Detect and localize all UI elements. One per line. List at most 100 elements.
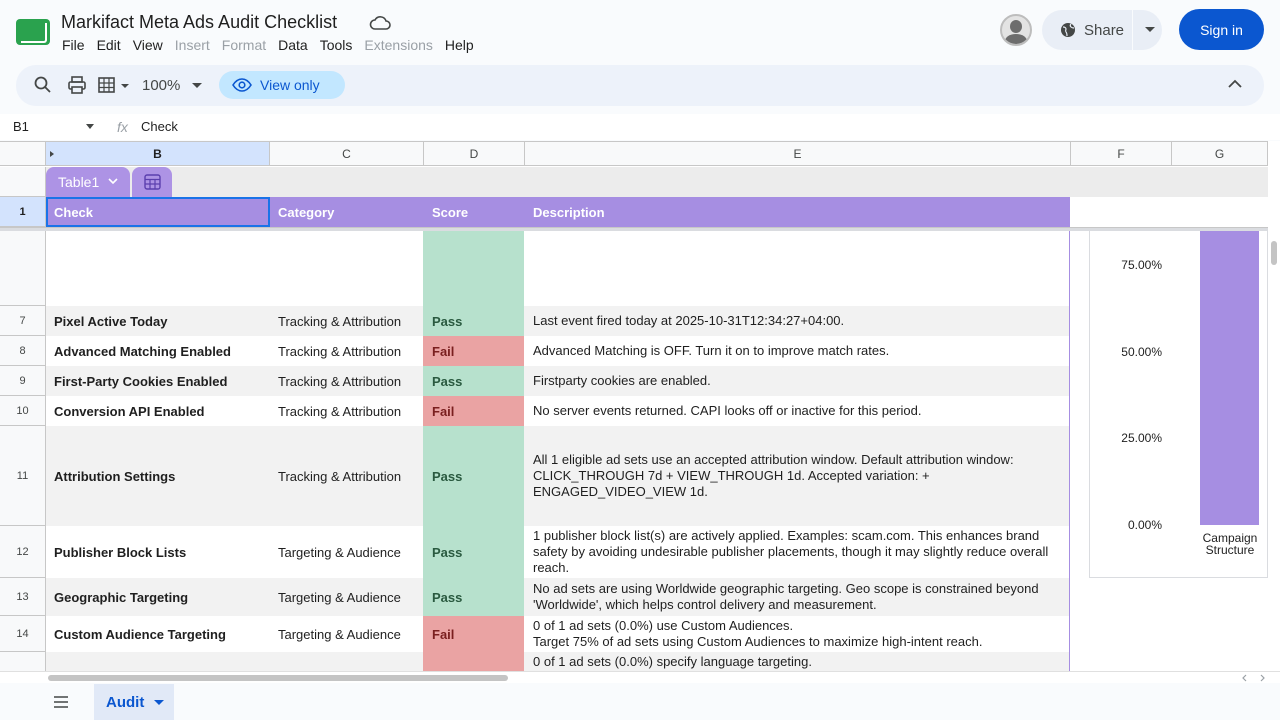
cell-category[interactable]: Targeting & Audience bbox=[270, 578, 423, 616]
share-button[interactable]: Share bbox=[1042, 10, 1162, 50]
row-header-1[interactable]: 1 bbox=[0, 197, 46, 227]
all-sheets-menu-icon[interactable] bbox=[53, 695, 69, 709]
bar-chart[interactable]: 75.00% 50.00% 25.00% 0.00% Campaign Stru… bbox=[1089, 231, 1268, 578]
spreadsheet-grid[interactable]: B C D E F G 1 Table1 Check Category Scor… bbox=[0, 141, 1268, 671]
row-header[interactable]: 10 bbox=[0, 396, 46, 426]
view-only-chip[interactable]: View only bbox=[219, 71, 345, 99]
cell-score[interactable] bbox=[423, 652, 524, 671]
cell-score[interactable] bbox=[423, 231, 524, 306]
cell-description[interactable]: 0 of 1 ad sets (0.0%) use Custom Audienc… bbox=[525, 616, 1070, 652]
search-icon[interactable] bbox=[33, 75, 53, 95]
cell-category[interactable] bbox=[270, 231, 423, 306]
cell-score[interactable]: Fail bbox=[423, 616, 524, 652]
formula-input[interactable]: Check bbox=[141, 119, 178, 134]
menu-data[interactable]: Data bbox=[272, 37, 314, 55]
cell-description[interactable]: All 1 eligible ad sets use an accepted a… bbox=[525, 426, 1070, 526]
header-description[interactable]: Description bbox=[525, 197, 1070, 227]
cell-check[interactable] bbox=[46, 652, 270, 671]
column-header-e[interactable]: E bbox=[525, 142, 1071, 166]
cell-description[interactable]: Advanced Matching is OFF. Turn it on to … bbox=[525, 336, 1070, 366]
cell-description[interactable]: No server events returned. CAPI looks of… bbox=[525, 396, 1070, 426]
header-score[interactable]: Score bbox=[424, 197, 525, 227]
row-header[interactable]: 8 bbox=[0, 336, 46, 366]
table-name-chip[interactable]: Table1 bbox=[46, 167, 130, 197]
cell-check[interactable]: First-Party Cookies Enabled bbox=[46, 366, 270, 396]
header-category[interactable]: Category bbox=[270, 197, 424, 227]
horizontal-scroll-thumb[interactable] bbox=[48, 675, 508, 681]
menu-edit[interactable]: Edit bbox=[91, 37, 127, 55]
menu-help[interactable]: Help bbox=[439, 37, 480, 55]
column-header-c[interactable]: C bbox=[270, 142, 424, 166]
cell-check[interactable]: Geographic Targeting bbox=[46, 578, 270, 616]
cloud-saved-icon[interactable] bbox=[369, 14, 391, 32]
scroll-left-icon[interactable] bbox=[1241, 674, 1249, 682]
cell-score[interactable]: Pass bbox=[423, 578, 524, 616]
zoom-select[interactable]: 100% bbox=[142, 77, 180, 94]
cell-category[interactable]: Targeting & Audience bbox=[270, 616, 423, 652]
select-all-corner[interactable] bbox=[0, 142, 46, 166]
row-header[interactable]: 14 bbox=[0, 616, 46, 652]
cell-check[interactable]: Custom Audience Targeting bbox=[46, 616, 270, 652]
cell-description[interactable]: 1 publisher block list(s) are actively a… bbox=[525, 526, 1070, 578]
menu-file[interactable]: File bbox=[56, 37, 91, 55]
zoom-dropdown-icon[interactable] bbox=[192, 83, 202, 88]
cell-category[interactable]: Tracking & Attribution bbox=[270, 396, 423, 426]
cell-description[interactable]: Firstparty cookies are enabled. bbox=[525, 366, 1070, 396]
cell-category[interactable] bbox=[270, 652, 423, 671]
table-options-button[interactable] bbox=[132, 167, 172, 197]
column-header-g[interactable]: G bbox=[1172, 142, 1268, 166]
row-header[interactable]: 12 bbox=[0, 526, 46, 578]
cell-check[interactable]: Publisher Block Lists bbox=[46, 526, 270, 578]
row-header[interactable]: 7 bbox=[0, 306, 46, 336]
vertical-scroll-thumb[interactable] bbox=[1271, 241, 1277, 265]
sign-in-button[interactable]: Sign in bbox=[1179, 9, 1264, 50]
name-box[interactable]: B1 bbox=[13, 119, 29, 134]
hidden-column-arrow-icon[interactable] bbox=[49, 151, 55, 157]
spreadsheet-view-icon[interactable] bbox=[97, 75, 131, 95]
cell-score[interactable]: Fail bbox=[423, 396, 524, 426]
sheets-logo-icon[interactable] bbox=[16, 19, 50, 45]
cell-check[interactable]: Attribution Settings bbox=[46, 426, 270, 526]
cell-description[interactable]: 0 of 1 ad sets (0.0%) specify language t… bbox=[525, 652, 1070, 671]
sheet-tab-audit[interactable]: Audit bbox=[94, 684, 174, 720]
cell-score[interactable]: Pass bbox=[423, 526, 524, 578]
cell-category[interactable]: Tracking & Attribution bbox=[270, 426, 423, 526]
sheet-tab-dropdown-icon[interactable] bbox=[154, 700, 164, 705]
cell-category[interactable]: Tracking & Attribution bbox=[270, 366, 423, 396]
share-dropdown-icon[interactable] bbox=[1145, 27, 1155, 32]
row-header[interactable] bbox=[0, 652, 46, 671]
menu-view[interactable]: View bbox=[127, 37, 169, 55]
row-header[interactable]: 13 bbox=[0, 578, 46, 616]
vertical-scrollbar[interactable] bbox=[1268, 141, 1280, 671]
menu-tools[interactable]: Tools bbox=[314, 37, 359, 55]
cell-description[interactable]: Last event fired today at 2025-10-31T12:… bbox=[525, 306, 1070, 336]
collapse-toolbar-icon[interactable] bbox=[1228, 79, 1242, 89]
column-header-d[interactable]: D bbox=[424, 142, 525, 166]
cell-description[interactable] bbox=[525, 231, 1070, 306]
cell-category[interactable]: Targeting & Audience bbox=[270, 526, 423, 578]
horizontal-scrollbar[interactable] bbox=[0, 671, 1280, 683]
cell-category[interactable]: Tracking & Attribution bbox=[270, 306, 423, 336]
cell-description[interactable]: No ad sets are using Worldwide geographi… bbox=[525, 578, 1070, 616]
cell-check[interactable] bbox=[46, 231, 270, 306]
cell-score[interactable]: Fail bbox=[423, 336, 524, 366]
column-header-f[interactable]: F bbox=[1071, 142, 1172, 166]
account-avatar[interactable] bbox=[1000, 14, 1032, 46]
selected-cell-b1[interactable] bbox=[46, 197, 270, 227]
cell-check[interactable]: Conversion API Enabled bbox=[46, 396, 270, 426]
cell-check[interactable]: Pixel Active Today bbox=[46, 306, 270, 336]
chart-bar[interactable] bbox=[1200, 231, 1259, 525]
cell-score[interactable]: Pass bbox=[423, 306, 524, 336]
row-header[interactable] bbox=[0, 231, 46, 306]
cell-score[interactable]: Pass bbox=[423, 426, 524, 526]
name-box-dropdown-icon[interactable] bbox=[86, 124, 94, 129]
row-header[interactable]: 11 bbox=[0, 426, 46, 526]
row-header[interactable]: 9 bbox=[0, 366, 46, 396]
cell-check[interactable]: Advanced Matching Enabled bbox=[46, 336, 270, 366]
column-header-b[interactable]: B bbox=[46, 142, 270, 166]
fx-icon: fx bbox=[117, 119, 128, 135]
cell-category[interactable]: Tracking & Attribution bbox=[270, 336, 423, 366]
print-icon[interactable] bbox=[67, 75, 87, 95]
scroll-right-icon[interactable] bbox=[1258, 674, 1266, 682]
cell-score[interactable]: Pass bbox=[423, 366, 524, 396]
